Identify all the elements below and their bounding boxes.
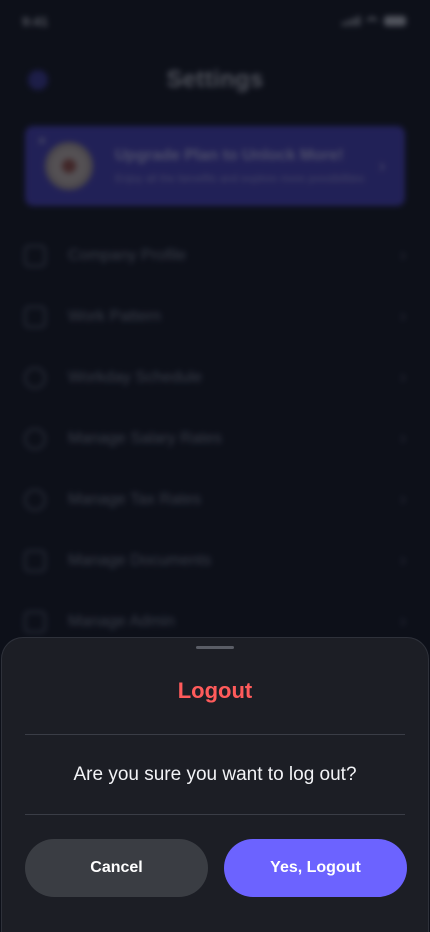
cancel-button[interactable]: Cancel	[25, 839, 208, 897]
divider	[25, 814, 405, 815]
dialog-title: Logout	[177, 678, 253, 703]
sheet-drag-handle[interactable]	[196, 646, 234, 649]
confirm-logout-button[interactable]: Yes, Logout	[224, 839, 407, 897]
screen: 9:41 Settings ✕ Upgrade Plan to Unlock M…	[0, 0, 430, 932]
logout-bottom-sheet: Logout Are you sure you want to log out?…	[1, 637, 429, 932]
dialog-message: Are you sure you want to log out?	[73, 764, 357, 785]
divider	[25, 734, 405, 735]
